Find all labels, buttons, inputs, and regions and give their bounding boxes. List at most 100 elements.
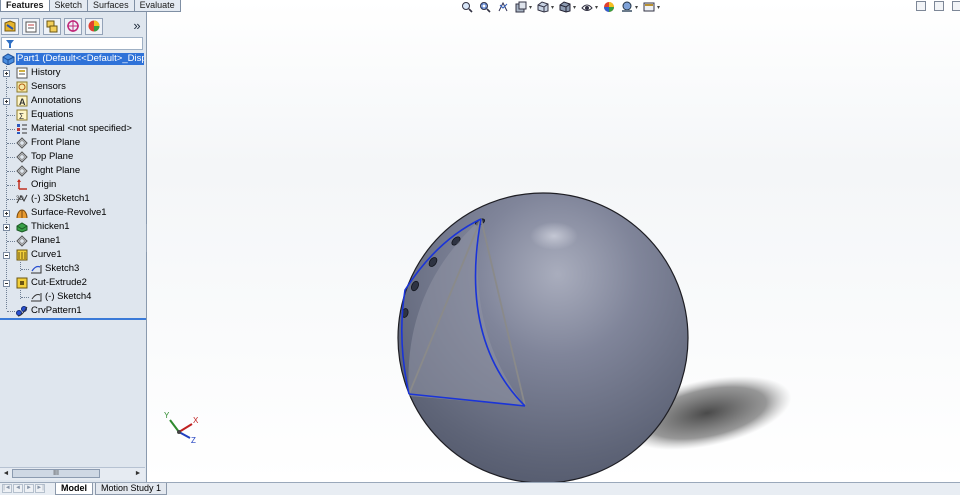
svg-text:Y: Y: [164, 411, 170, 420]
graphics-area[interactable]: Y X Z: [147, 0, 960, 484]
plane-icon: [16, 165, 28, 177]
tree-item-right-plane[interactable]: Right Plane: [0, 164, 145, 178]
tree-item-sketch4[interactable]: (-) Sketch4: [0, 290, 145, 304]
tree-item-crvpattern1[interactable]: CrvPattern1: [0, 304, 145, 318]
bottom-tab-bar: |◄ ◄ ► ►| Model Motion Study 1: [0, 482, 960, 495]
svg-text:Z: Z: [191, 436, 196, 445]
tab-evaluate[interactable]: Evaluate: [133, 0, 181, 12]
dropdown-icon[interactable]: ▾: [551, 4, 554, 11]
property-manager-icon[interactable]: [22, 18, 40, 35]
tree-item-plane1[interactable]: Plane1: [0, 234, 145, 248]
close-viewport-icon[interactable]: [952, 1, 960, 11]
edit-appearance-icon[interactable]: [603, 1, 615, 13]
tab-surfaces[interactable]: Surfaces: [87, 0, 135, 12]
tree-item-annotations[interactable]: A Annotations: [0, 94, 145, 108]
tree-item-surface-revolve1[interactable]: Surface-Revolve1: [0, 206, 145, 220]
tree-item-label: Surface-Revolve1: [31, 207, 107, 218]
curve-icon: [16, 249, 28, 261]
tree-item-label: Origin: [31, 179, 57, 190]
dropdown-icon[interactable]: ▾: [595, 4, 598, 11]
tree-item-label: Thicken1: [31, 221, 70, 232]
plane-icon: [16, 235, 28, 247]
tree-filter-field[interactable]: [1, 37, 143, 50]
configuration-manager-icon[interactable]: [43, 18, 61, 35]
svg-text:X: X: [193, 416, 199, 425]
3d-sketch-icon: 3D: [16, 193, 28, 205]
tree-item-top-plane[interactable]: Top Plane: [0, 150, 145, 164]
zoom-to-area-icon[interactable]: [479, 1, 491, 13]
tree-item-thicken1[interactable]: Thicken1: [0, 220, 145, 234]
tree-item-curve1[interactable]: Curve1: [0, 248, 145, 262]
tree-item-label: Plane1: [31, 235, 61, 246]
tree-item-label: Front Plane: [31, 137, 81, 148]
model-view[interactable]: Y X Z: [147, 0, 960, 484]
tree-item-history[interactable]: History: [0, 66, 145, 80]
tree-item-sketch3[interactable]: Sketch3: [0, 262, 145, 276]
plane-icon: [16, 137, 28, 149]
previous-view-icon[interactable]: [497, 1, 509, 13]
view-orientation-icon[interactable]: [537, 1, 549, 13]
tab-sketch[interactable]: Sketch: [48, 0, 89, 12]
tree-item-label: Right Plane: [31, 165, 81, 176]
tree-item-origin[interactable]: Origin: [0, 178, 145, 192]
hide-show-items-icon[interactable]: [581, 1, 593, 13]
feature-manager-icon[interactable]: [1, 18, 19, 35]
surface-revolve-icon: [16, 207, 28, 219]
tree-item-cut-extrude2[interactable]: Cut-Extrude2: [0, 276, 145, 290]
zoom-to-fit-icon[interactable]: [461, 1, 473, 13]
scroll-left-button[interactable]: ◄: [1, 469, 11, 478]
prev-tab-icon[interactable]: ◄: [13, 484, 23, 493]
tree-item-label: (-) 3DSketch1: [31, 193, 90, 204]
dropdown-icon[interactable]: ▾: [573, 4, 576, 11]
expand-icon[interactable]: [3, 70, 10, 77]
tab-motion-study-1[interactable]: Motion Study 1: [95, 483, 168, 495]
command-manager-tabs: Features Sketch Surfaces Evaluate: [0, 0, 190, 12]
more-tabs-button[interactable]: »: [130, 18, 144, 34]
scroll-thumb[interactable]: III: [12, 469, 100, 478]
dropdown-icon[interactable]: ▾: [657, 4, 660, 11]
tree-item-sensors[interactable]: Sensors: [0, 80, 145, 94]
tree-item-label: History: [31, 67, 61, 78]
equations-icon: Σ: [16, 109, 28, 121]
tree-item-front-plane[interactable]: Front Plane: [0, 136, 145, 150]
material-icon: [16, 123, 28, 135]
display-manager-icon[interactable]: [85, 18, 103, 35]
expand-icon[interactable]: [3, 210, 10, 217]
sketch-icon: [30, 291, 42, 303]
panel-horizontal-scrollbar[interactable]: ◄ III ►: [0, 467, 145, 480]
plane-icon: [16, 151, 28, 163]
apply-scene-icon[interactable]: [621, 1, 633, 13]
tree-item-label: Top Plane: [31, 151, 74, 162]
first-tab-icon[interactable]: |◄: [2, 484, 12, 493]
thicken-icon: [16, 221, 28, 233]
collapse-icon[interactable]: [3, 280, 10, 287]
sensors-icon: [16, 81, 28, 93]
tree-item-equations[interactable]: Σ Equations: [0, 108, 145, 122]
tree-item-3dsketch1[interactable]: 3D (-) 3DSketch1: [0, 192, 145, 206]
tab-features[interactable]: Features: [0, 0, 50, 12]
collapse-icon[interactable]: [3, 252, 10, 259]
display-style-icon[interactable]: [559, 1, 571, 13]
tree-part-root[interactable]: Part1 (Default<<Default>_Display State 1…: [0, 52, 145, 66]
maximize-viewport-icon[interactable]: [934, 1, 944, 11]
svg-text:3D: 3D: [16, 196, 24, 202]
last-tab-icon[interactable]: ►|: [35, 484, 45, 493]
tree-item-label: Material <not specified>: [31, 123, 132, 134]
view-settings-icon[interactable]: [643, 1, 655, 13]
dropdown-icon[interactable]: ▾: [529, 4, 532, 11]
section-view-icon[interactable]: [515, 1, 527, 13]
restore-viewport-icon[interactable]: [916, 1, 926, 11]
expand-icon[interactable]: [3, 98, 10, 105]
tab-model[interactable]: Model: [55, 483, 93, 495]
part-icon: [2, 53, 15, 66]
next-tab-icon[interactable]: ►: [24, 484, 34, 493]
dropdown-icon[interactable]: ▾: [635, 4, 638, 11]
tree-item-material[interactable]: Material <not specified>: [0, 122, 145, 136]
expand-icon[interactable]: [3, 224, 10, 231]
rollback-bar[interactable]: [0, 318, 146, 320]
feature-tree: Part1 (Default<<Default>_Display State 1…: [0, 52, 145, 318]
scroll-right-button[interactable]: ►: [133, 469, 143, 478]
tree-item-label: Curve1: [31, 249, 62, 260]
sphere-highlight: [530, 222, 578, 250]
dim-xpert-icon[interactable]: [64, 18, 82, 35]
